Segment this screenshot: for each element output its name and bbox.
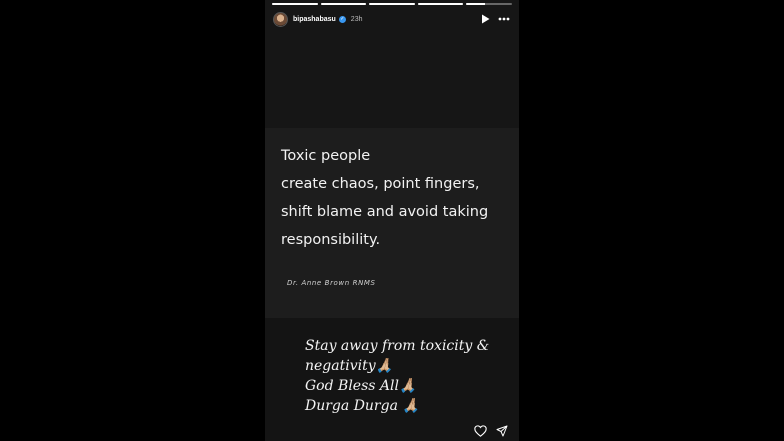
quote-line: shift blame and avoid taking: [281, 204, 489, 220]
page-background: bipashabasu ✓ 23h Toxic people create ch…: [0, 0, 784, 441]
post-time: 23h: [350, 15, 363, 23]
story-viewer[interactable]: bipashabasu ✓ 23h Toxic people create ch…: [265, 0, 519, 441]
story-progress-bar: [272, 3, 512, 5]
quote-line: Toxic people: [281, 148, 371, 164]
quote-text: Toxic people create chaos, point fingers…: [281, 142, 517, 254]
story-header: bipashabasu ✓ 23h: [273, 10, 511, 28]
progress-segment: [417, 3, 464, 5]
progress-segment-fill: [466, 3, 485, 5]
progress-segment: [320, 3, 367, 5]
progress-segment-fill: [417, 3, 464, 5]
send-icon[interactable]: [495, 424, 509, 438]
quote-line: responsibility.: [281, 232, 381, 248]
story-footer: [473, 424, 509, 438]
more-options-icon[interactable]: [497, 13, 511, 25]
progress-segment: [369, 3, 415, 5]
quote-line: create chaos, point fingers,: [281, 176, 480, 192]
caption-line: God Bless All🙏🏼: [305, 378, 417, 394]
caption-line: Stay away from toxicity &: [305, 338, 490, 354]
play-icon[interactable]: [479, 13, 491, 25]
progress-segment-fill: [369, 3, 415, 5]
story-caption: Stay away from toxicity & negativity🙏🏼 G…: [305, 336, 515, 416]
caption-line: negativity🙏🏼: [305, 358, 394, 374]
progress-segment: [466, 3, 512, 5]
progress-segment-fill: [272, 3, 318, 5]
username[interactable]: bipashabasu: [293, 16, 336, 23]
progress-segment: [272, 3, 318, 5]
caption-line: Durga Durga 🙏🏼: [305, 398, 420, 414]
avatar[interactable]: [273, 11, 288, 27]
quote-author: Dr. Anne Brown RNMS: [287, 279, 376, 287]
verified-badge-icon: ✓: [338, 15, 346, 23]
progress-segment-fill: [320, 3, 367, 5]
heart-icon[interactable]: [473, 424, 487, 438]
